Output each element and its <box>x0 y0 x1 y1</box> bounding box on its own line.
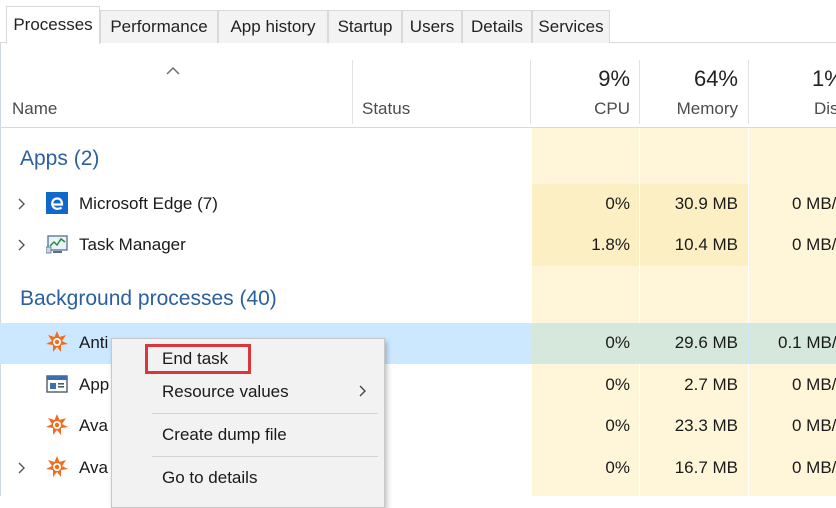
memory-column-header[interactable]: Memory <box>646 99 738 119</box>
disk-total-percent: 1% <box>812 66 836 91</box>
cpu-value: 0% <box>605 416 630 435</box>
memory-value: 10.4 MB <box>674 235 738 254</box>
process-row[interactable]: Task Manager 1.8% 10.4 MB 0 MB/s <box>0 225 836 266</box>
process-name: Microsoft Edge (7) <box>79 194 218 213</box>
cpu-value: 0% <box>605 333 630 352</box>
disk-value: 0 MB/s <box>792 416 836 435</box>
column-separator[interactable] <box>639 60 640 124</box>
tab-strip: Processes Performance App history Startu… <box>0 0 836 44</box>
tab-details[interactable]: Details <box>462 10 532 43</box>
tab-services[interactable]: Services <box>532 10 610 43</box>
disk-value: 0 MB/s <box>792 194 836 213</box>
cpu-total-percent: 9% <box>598 66 630 91</box>
process-name: Task Manager <box>79 235 186 254</box>
memory-value: 16.7 MB <box>674 458 738 477</box>
menu-item-resource-values[interactable]: Resource values <box>162 382 289 402</box>
cpu-value: 0% <box>605 458 630 477</box>
tab-performance[interactable]: Performance <box>100 10 218 43</box>
disk-value: 0 MB/s <box>792 375 836 394</box>
memory-value: 30.9 MB <box>674 194 738 213</box>
menu-item-go-to-details[interactable]: Go to details <box>162 468 257 488</box>
disk-value: 0 MB/s <box>792 235 836 254</box>
name-column-header[interactable]: Name <box>12 99 57 119</box>
expand-chevron-icon[interactable] <box>16 198 26 210</box>
disk-column-header[interactable]: Disk <box>814 99 836 119</box>
cpu-value: 0% <box>605 194 630 213</box>
disk-value: 0 MB/s <box>792 458 836 477</box>
background-group-header[interactable]: Background processes (40) <box>20 287 277 311</box>
process-name: Anti <box>79 333 109 352</box>
process-row[interactable]: Microsoft Edge (7) 0% 30.9 MB 0 MB/s <box>0 184 836 225</box>
expand-chevron-icon[interactable] <box>16 239 26 251</box>
process-name: Ava <box>79 416 108 435</box>
disk-value: 0.1 MB/s <box>778 333 836 352</box>
tab-app-history[interactable]: App history <box>218 10 328 43</box>
cpu-value: 1.8% <box>591 235 630 254</box>
avast-icon <box>46 414 68 435</box>
app-window-icon <box>46 375 68 393</box>
avast-icon <box>46 331 68 352</box>
process-name: App <box>79 375 110 394</box>
menu-item-end-task[interactable]: End task <box>162 349 228 369</box>
cpu-column-header[interactable]: CPU <box>540 99 630 119</box>
menu-item-create-dump-file[interactable]: Create dump file <box>162 425 287 445</box>
tab-processes[interactable]: Processes <box>6 6 100 44</box>
sort-ascending-icon <box>166 66 180 75</box>
submenu-chevron-icon <box>359 385 366 397</box>
avast-icon <box>46 456 68 477</box>
memory-value: 2.7 MB <box>684 375 738 394</box>
column-separator[interactable] <box>352 60 353 124</box>
column-separator[interactable] <box>530 60 531 124</box>
process-name: Ava <box>79 458 108 477</box>
memory-value: 29.6 MB <box>674 333 738 352</box>
tab-startup[interactable]: Startup <box>328 10 402 43</box>
status-column-header[interactable]: Status <box>362 99 410 119</box>
menu-separator <box>152 456 378 457</box>
header-bottom-border <box>0 127 836 128</box>
cpu-value: 0% <box>605 375 630 394</box>
expand-chevron-icon[interactable] <box>16 462 26 474</box>
memory-value: 23.3 MB <box>674 416 738 435</box>
context-menu: End task Resource values Create dump fil… <box>111 338 385 508</box>
memory-total-percent: 64% <box>693 66 738 91</box>
apps-group-header[interactable]: Apps (2) <box>20 147 99 171</box>
column-separator[interactable] <box>748 60 749 124</box>
tab-users[interactable]: Users <box>402 10 462 43</box>
menu-separator <box>152 413 378 414</box>
edge-icon <box>46 192 68 214</box>
task-manager-icon <box>46 235 68 254</box>
